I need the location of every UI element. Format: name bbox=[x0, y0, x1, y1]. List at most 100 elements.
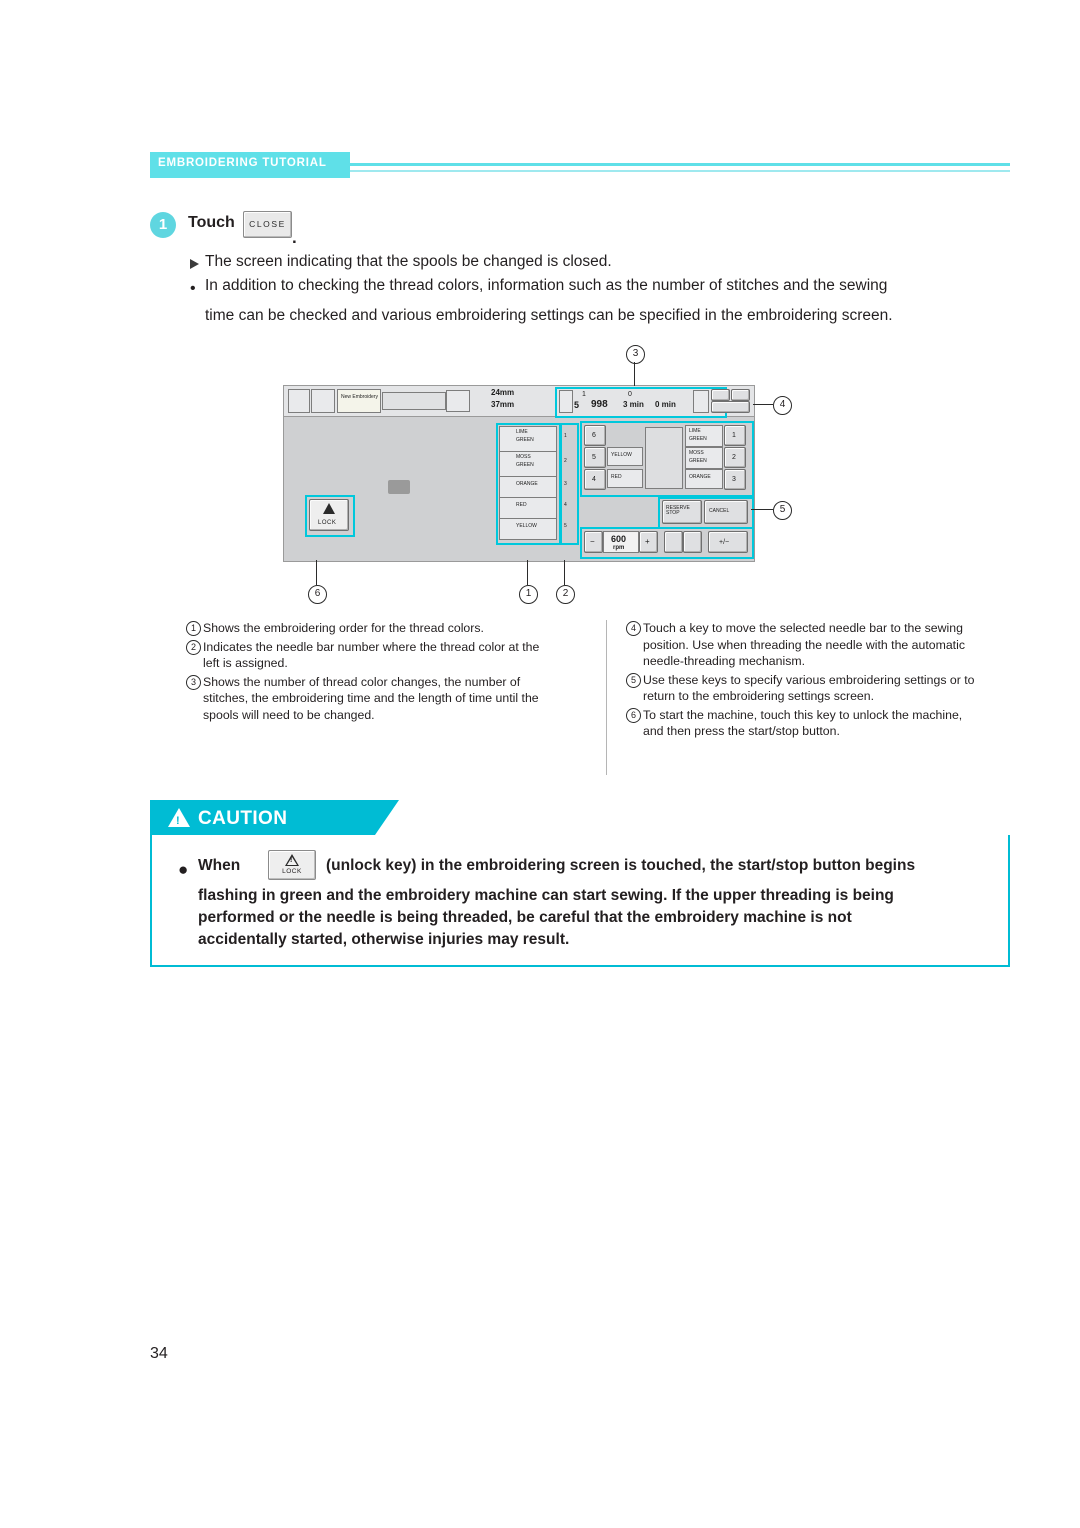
needle-key-6[interactable]: 6 bbox=[584, 425, 606, 446]
design-preview-icon bbox=[388, 480, 410, 494]
caution-bullet: ● bbox=[178, 860, 189, 879]
legend-marker-2: 2 bbox=[186, 639, 201, 655]
callout-6: 6 bbox=[308, 585, 327, 604]
speed-plus-button[interactable]: + bbox=[639, 531, 658, 553]
needle-key-1-label: 1 bbox=[732, 432, 736, 439]
lock-key-label: LOCK bbox=[318, 520, 337, 526]
time-remaining-count: 0 bbox=[628, 391, 632, 398]
size-width: 24mm bbox=[491, 388, 515, 397]
callout-2: 2 bbox=[556, 585, 575, 604]
needle-color-5: YELLOW bbox=[607, 447, 643, 466]
sewing-time: 3 min bbox=[623, 400, 644, 409]
needle-key-4[interactable]: 4 bbox=[584, 469, 606, 490]
size-readout: 24mm 37mm bbox=[473, 388, 535, 412]
unlock-key-button[interactable]: LOCK bbox=[309, 499, 349, 531]
callout-3-leader bbox=[634, 362, 635, 386]
step-result-text: The screen indicating that the spools be… bbox=[205, 253, 612, 270]
close-key-graphic: CLOSE bbox=[243, 211, 292, 238]
info-spool-icon bbox=[559, 390, 573, 413]
stitch-count: 998 bbox=[591, 399, 608, 410]
toolbar-doc-icon[interactable] bbox=[288, 389, 310, 413]
step-note-line1: In addition to checking the thread color… bbox=[205, 277, 888, 294]
arrow-bullet-icon bbox=[190, 259, 199, 269]
legend-text-1: Shows the embroidering order for the thr… bbox=[203, 621, 484, 635]
step-note-line2: time can be checked and various embroide… bbox=[205, 307, 893, 324]
legend: 1 Shows the embroidering order for the t… bbox=[186, 620, 1006, 780]
legend-marker-3: 3 bbox=[186, 674, 201, 690]
thread-item-5[interactable]: YELLOW bbox=[499, 518, 557, 540]
callout-4: 4 bbox=[773, 396, 792, 415]
needle-key-2[interactable]: 2 bbox=[724, 447, 746, 468]
stitch-small-value: 5 bbox=[574, 400, 580, 410]
thread-item-3[interactable]: ORANGE bbox=[499, 476, 557, 498]
toolbar-needle-icon[interactable] bbox=[446, 390, 470, 412]
speed-minus-label: − bbox=[590, 537, 595, 546]
speed-unit: rpm bbox=[613, 545, 625, 551]
thread-item-2[interactable]: MOSS GREEN bbox=[499, 451, 557, 477]
needle-color-1-line1: LIME bbox=[689, 428, 701, 434]
legend-item: 6 To start the machine, touch this key t… bbox=[626, 707, 981, 740]
needle-key-5[interactable]: 5 bbox=[584, 447, 606, 468]
needle-color-2-line2: GREEN bbox=[689, 458, 707, 464]
needle-num-4: 4 bbox=[564, 502, 567, 508]
legend-item: 2 Indicates the needle bar number where … bbox=[186, 639, 541, 672]
plus-minus-button[interactable]: +/− bbox=[708, 531, 748, 553]
legend-text-4: Touch a key to move the selected needle … bbox=[643, 621, 965, 668]
color-change-count: 1 bbox=[582, 391, 586, 398]
needle-key-3-label: 3 bbox=[732, 476, 736, 483]
speed-value: 600 bbox=[611, 534, 627, 544]
toolbar-key-a[interactable] bbox=[711, 389, 730, 401]
needle-num-1: 1 bbox=[564, 433, 567, 439]
thread-item-1[interactable]: LIME GREEN bbox=[499, 426, 557, 452]
legend-item: 1 Shows the embroidering order for the t… bbox=[186, 620, 541, 637]
thread-item-4[interactable]: RED bbox=[499, 497, 557, 519]
callout-4-leader bbox=[753, 404, 773, 405]
needle-color-4: RED bbox=[607, 469, 643, 488]
page-number: 34 bbox=[150, 1345, 168, 1362]
needle-num-2: 2 bbox=[564, 458, 567, 464]
thread-5-name1: YELLOW bbox=[516, 523, 537, 529]
needle-color-4-label: RED bbox=[611, 474, 622, 480]
needle-bar-diagram bbox=[645, 427, 683, 489]
legend-divider bbox=[606, 620, 607, 775]
needle-settings-button[interactable] bbox=[683, 531, 702, 553]
callout-5: 5 bbox=[773, 501, 792, 520]
legend-item: 3 Shows the number of thread color chang… bbox=[186, 674, 541, 724]
speed-minus-button[interactable]: − bbox=[584, 531, 603, 553]
legend-marker-6: 6 bbox=[626, 707, 641, 723]
caution-when-word: When bbox=[198, 857, 241, 874]
needle-key-1[interactable]: 1 bbox=[724, 425, 746, 446]
callout-3: 3 bbox=[626, 345, 645, 364]
needle-color-1: LIME GREEN bbox=[685, 425, 723, 447]
header-rule-primary bbox=[350, 163, 1010, 166]
thread-4-name1: RED bbox=[516, 502, 527, 508]
spool-change-time: 0 min bbox=[655, 400, 676, 409]
callout-5-leader bbox=[751, 509, 773, 510]
caution-key-exclamation: ! bbox=[290, 857, 293, 864]
thread-2-name1: MOSS bbox=[516, 454, 531, 460]
thread-3-name1: ORANGE bbox=[516, 481, 538, 487]
legend-text-6: To start the machine, touch this key to … bbox=[643, 707, 963, 739]
legend-text-5: Use these keys to specify various embroi… bbox=[643, 672, 975, 704]
caution-unlock-key-graphic: ! LOCK bbox=[268, 850, 316, 880]
needle-key-5-label: 5 bbox=[592, 454, 596, 461]
toolbar-hoop-icon[interactable] bbox=[311, 389, 335, 413]
toolbar-progress-strip bbox=[382, 392, 446, 410]
design-name-line1: New Embroidery bbox=[341, 394, 378, 400]
toolbar-key-c[interactable] bbox=[711, 401, 750, 413]
toolbar-key-b[interactable] bbox=[731, 389, 750, 401]
needle-color-2: MOSS GREEN bbox=[685, 447, 723, 469]
reserve-stop-button[interactable]: RESERVE STOP bbox=[662, 500, 702, 524]
callout-1: 1 bbox=[519, 585, 538, 604]
needle-color-1-line2: GREEN bbox=[689, 436, 707, 442]
cancel-button[interactable]: CANCEL bbox=[704, 500, 748, 524]
legend-marker-5: 5 bbox=[626, 672, 641, 688]
needle-bar-number-highlight bbox=[559, 423, 579, 545]
needle-color-3: ORANGE bbox=[685, 469, 723, 489]
machine-screen-figure: New Embroidery 24mm 37mm 1 0 5 998 3 min… bbox=[283, 385, 755, 562]
spool-settings-button[interactable] bbox=[664, 531, 683, 553]
dot-bullet-icon: • bbox=[190, 280, 196, 297]
callout-2-leader bbox=[564, 560, 565, 585]
callout-6-leader bbox=[316, 560, 317, 585]
needle-key-3[interactable]: 3 bbox=[724, 469, 746, 490]
